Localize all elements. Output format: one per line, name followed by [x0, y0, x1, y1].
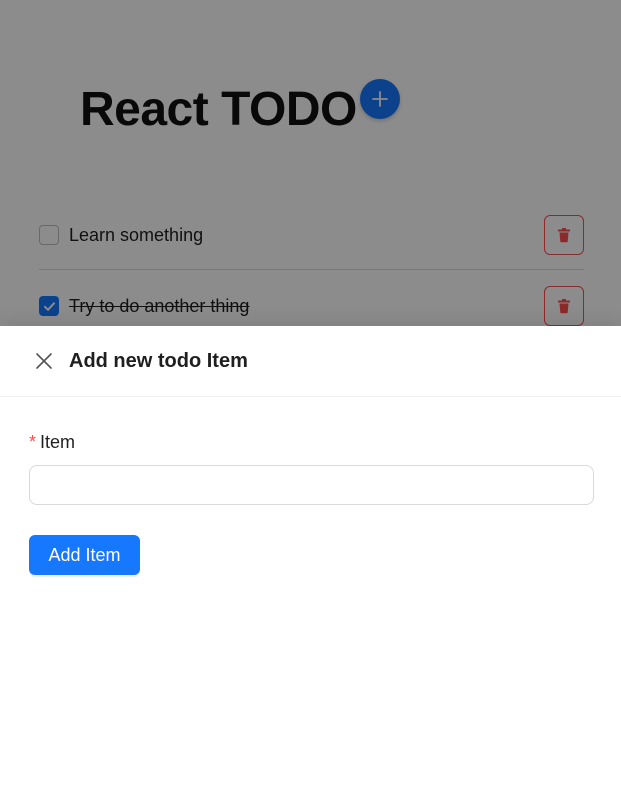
close-drawer-button[interactable] — [33, 350, 55, 372]
add-item-drawer: Add new todo Item * Item Add Item — [0, 326, 621, 796]
item-input[interactable] — [29, 465, 594, 505]
item-field-label: * Item — [29, 432, 75, 453]
add-item-button[interactable]: Add Item — [29, 535, 140, 575]
drawer-title: Add new todo Item — [69, 349, 248, 372]
drawer-header: Add new todo Item — [0, 326, 621, 397]
close-icon — [36, 353, 52, 369]
required-mark: * — [29, 432, 37, 452]
item-label-text: Item — [40, 432, 76, 452]
